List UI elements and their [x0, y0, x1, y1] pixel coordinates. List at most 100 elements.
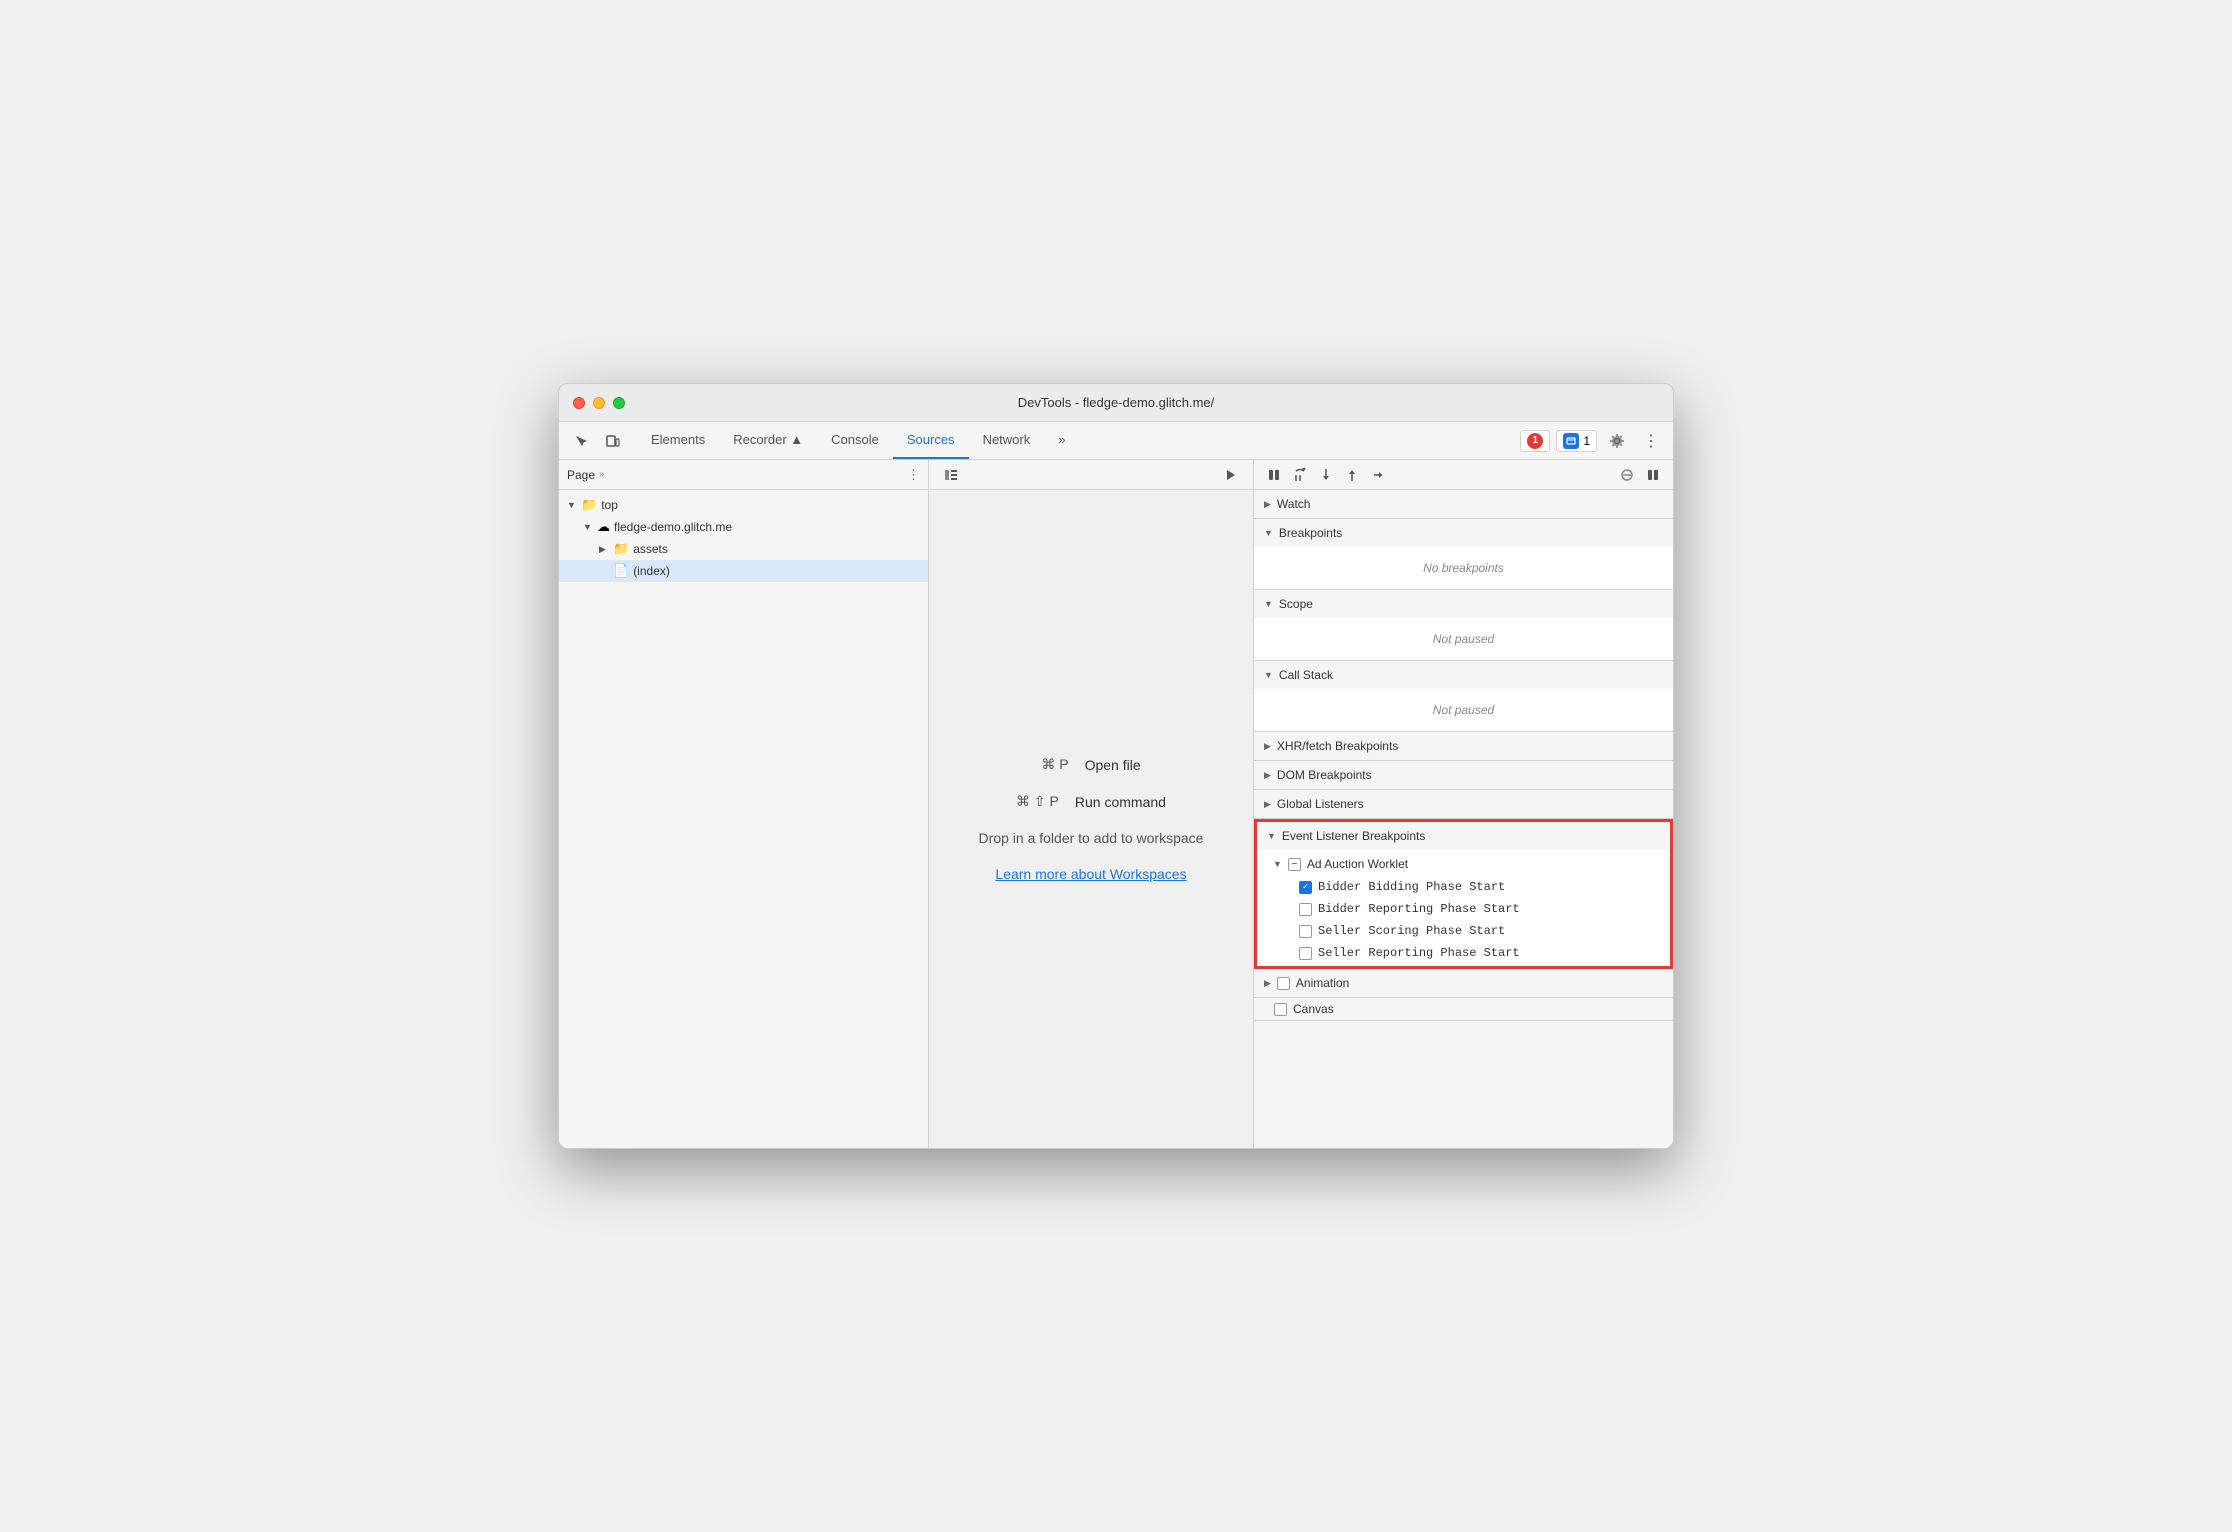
global-listeners-section-header[interactable]: ▶ Global Listeners: [1254, 790, 1673, 818]
pause-icon[interactable]: [1262, 463, 1286, 487]
animation-checkbox[interactable]: [1277, 977, 1290, 990]
ad-auction-group-header[interactable]: ▼ − Ad Auction Worklet: [1257, 852, 1670, 876]
shortcut-run-command: ⌘ ⇧ P Run command: [1016, 793, 1166, 810]
global-listeners-section: ▶ Global Listeners: [1254, 790, 1673, 819]
tab-elements[interactable]: Elements: [637, 422, 719, 459]
breakpoints-section-header[interactable]: ▼ Breakpoints: [1254, 519, 1673, 547]
tree-item-index[interactable]: 📄 (index): [559, 560, 928, 582]
breakpoints-section: ▼ Breakpoints No breakpoints: [1254, 519, 1673, 590]
tree-item-top[interactable]: ▼ 📁 top: [559, 494, 928, 516]
file-tree: ▼ 📁 top ▼ ☁ fledge-demo.glitch.me ▶ 📁 as…: [559, 490, 928, 1148]
step-out-icon[interactable]: [1340, 463, 1364, 487]
chevron-down-icon: ▼: [567, 500, 577, 510]
devtools-body: Page » ⋮ ▼ 📁 top ▼ ☁ fledge-demo.glitch.…: [559, 460, 1673, 1148]
learn-workspaces-link[interactable]: Learn more about Workspaces: [995, 866, 1186, 882]
call-stack-section-header[interactable]: ▼ Call Stack: [1254, 661, 1673, 689]
canvas-partial-row: Canvas: [1254, 998, 1673, 1020]
panel-expand-icon[interactable]: »: [599, 469, 605, 480]
no-breakpoints-text: No breakpoints: [1254, 555, 1673, 581]
deactivate-breakpoints-icon[interactable]: [1615, 463, 1639, 487]
canvas-label: Canvas: [1293, 1002, 1334, 1016]
middle-panel: ⌘ P Open file ⌘ ⇧ P Run command Drop in …: [929, 460, 1253, 1148]
dom-label: DOM Breakpoints: [1277, 768, 1372, 782]
seller-scoring-checkbox[interactable]: [1299, 925, 1312, 938]
animation-label: Animation: [1296, 976, 1349, 990]
toggle-navigator-icon[interactable]: [937, 461, 965, 489]
event-listener-section-header[interactable]: ▼ Event Listener Breakpoints: [1257, 822, 1670, 850]
maximize-button[interactable]: [613, 397, 625, 409]
run-snippet-icon[interactable]: [1217, 461, 1245, 489]
breakpoints-content: No breakpoints: [1254, 547, 1673, 589]
animation-section: ▶ Animation: [1254, 969, 1673, 998]
right-panel: ▶ Watch ▼ Breakpoints No breakpoints ▼ S…: [1253, 460, 1673, 1148]
close-button[interactable]: [573, 397, 585, 409]
pointer-icon[interactable]: [567, 427, 595, 455]
xhr-section-header[interactable]: ▶ XHR/fetch Breakpoints: [1254, 732, 1673, 760]
tab-sources[interactable]: Sources: [893, 422, 969, 459]
pause-on-exceptions-icon[interactable]: [1641, 463, 1665, 487]
event-listener-section: ▼ Event Listener Breakpoints ▼ − Ad Auct…: [1254, 819, 1673, 969]
device-toolbar-icon[interactable]: [599, 427, 627, 455]
step-into-icon[interactable]: [1314, 463, 1338, 487]
chevron-right-icon: ▶: [1264, 741, 1271, 752]
seller-reporting-checkbox[interactable]: [1299, 947, 1312, 960]
bidder-bidding-checkbox[interactable]: [1299, 881, 1312, 894]
seller-reporting-label: Seller Reporting Phase Start: [1318, 946, 1520, 960]
call-stack-label: Call Stack: [1279, 668, 1333, 682]
debugger-toolbar: [1254, 460, 1673, 490]
editor-empty-state: ⌘ P Open file ⌘ ⇧ P Run command Drop in …: [929, 490, 1253, 1148]
chevron-down-icon: ▼: [1264, 670, 1273, 680]
step-icon[interactable]: [1366, 463, 1390, 487]
tab-recorder[interactable]: Recorder ▲: [719, 422, 817, 459]
settings-icon[interactable]: [1603, 427, 1631, 455]
chevron-right-icon: ▶: [1264, 799, 1271, 810]
window-title: DevTools - fledge-demo.glitch.me/: [1018, 395, 1215, 410]
watch-section-header[interactable]: ▶ Watch: [1254, 490, 1673, 518]
xhr-section: ▶ XHR/fetch Breakpoints: [1254, 732, 1673, 761]
bidder-reporting-checkbox[interactable]: [1299, 903, 1312, 916]
scope-section-header[interactable]: ▼ Scope: [1254, 590, 1673, 618]
animation-section-header[interactable]: ▶ Animation: [1254, 969, 1673, 997]
shortcut-label-run: Run command: [1075, 794, 1166, 810]
toolbar-left: [567, 427, 627, 455]
panel-more-icon[interactable]: ⋮: [907, 467, 920, 483]
seller-scoring-label: Seller Scoring Phase Start: [1318, 924, 1505, 938]
cloud-icon: ☁: [597, 519, 610, 535]
titlebar: DevTools - fledge-demo.glitch.me/: [559, 384, 1673, 422]
canvas-checkbox[interactable]: [1274, 1003, 1287, 1016]
chevron-right-icon: ▶: [1264, 978, 1271, 989]
tab-network[interactable]: Network: [969, 422, 1045, 459]
watch-label: Watch: [1277, 497, 1311, 511]
devtools-window: DevTools - fledge-demo.glitch.me/ Elemen…: [558, 383, 1674, 1149]
panel-header: Page » ⋮: [559, 460, 928, 490]
ad-auction-checkbox[interactable]: −: [1288, 858, 1301, 871]
error-count: 1: [1527, 433, 1543, 449]
file-icon: 📄: [613, 563, 629, 579]
step-over-icon[interactable]: [1288, 463, 1312, 487]
tab-more[interactable]: »: [1044, 422, 1079, 459]
ad-auction-label: Ad Auction Worklet: [1307, 857, 1408, 871]
watch-section: ▶ Watch: [1254, 490, 1673, 519]
messages-badge[interactable]: 1: [1556, 430, 1597, 452]
more-options-icon[interactable]: ⋮: [1637, 427, 1665, 455]
shortcut-open-file: ⌘ P Open file: [1041, 756, 1140, 773]
shortcut-key-open: ⌘ P: [1041, 756, 1068, 773]
minimize-button[interactable]: [593, 397, 605, 409]
event-item-bidder-reporting: Bidder Reporting Phase Start: [1257, 898, 1670, 920]
bidder-reporting-label: Bidder Reporting Phase Start: [1318, 902, 1520, 916]
messages-count-label: 1: [1583, 434, 1590, 448]
dom-section-header[interactable]: ▶ DOM Breakpoints: [1254, 761, 1673, 789]
chevron-down-icon: ▼: [1273, 859, 1282, 869]
middle-toolbar: [929, 460, 1253, 490]
tree-item-assets[interactable]: ▶ 📁 assets: [559, 538, 928, 560]
tree-item-domain[interactable]: ▼ ☁ fledge-demo.glitch.me: [559, 516, 928, 538]
scope-section: ▼ Scope Not paused: [1254, 590, 1673, 661]
shortcut-key-run: ⌘ ⇧ P: [1016, 793, 1059, 810]
errors-badge[interactable]: 1: [1520, 430, 1550, 452]
canvas-section: Canvas: [1254, 998, 1673, 1021]
call-stack-content: Not paused: [1254, 689, 1673, 731]
event-listener-label: Event Listener Breakpoints: [1282, 829, 1425, 843]
callstack-not-paused-text: Not paused: [1254, 697, 1673, 723]
tab-console[interactable]: Console: [817, 422, 893, 459]
bidder-bidding-label: Bidder Bidding Phase Start: [1318, 880, 1505, 894]
